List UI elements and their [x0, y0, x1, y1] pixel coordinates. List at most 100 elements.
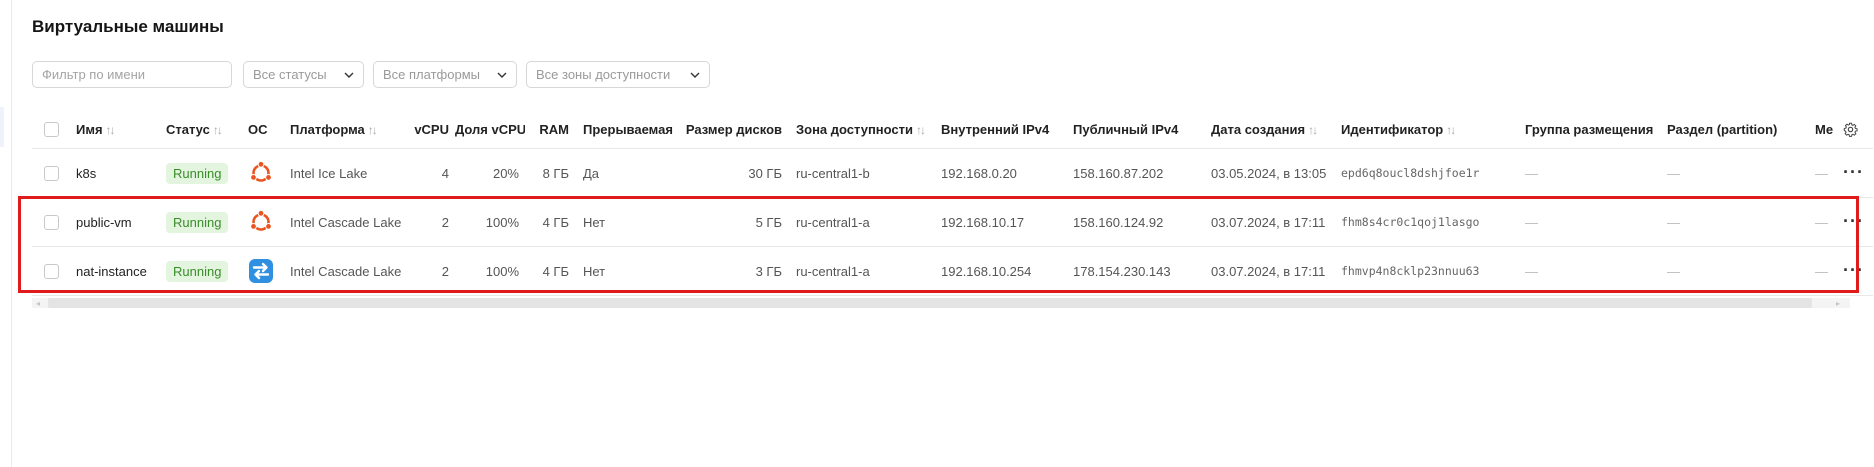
platform-cell: Intel Ice Lake	[282, 148, 407, 198]
ubuntu-icon	[250, 160, 272, 182]
settings-button[interactable]	[1835, 110, 1873, 149]
chevron-down-icon	[497, 72, 507, 78]
id-cell: fhm8s4cr0c1qoj1lasgo	[1333, 197, 1517, 247]
column-header-id[interactable]: Идентификатор ↑↓	[1333, 110, 1517, 149]
id-cell: fhmvp4n8cklp23nnuu63	[1333, 246, 1517, 296]
preemptible-cell: Нет	[575, 197, 677, 247]
internal-ip-cell: 192.168.10.17	[933, 197, 1065, 247]
column-header-vcpu-share: Доля vCPU	[455, 121, 525, 137]
nat-instance-icon	[249, 259, 273, 283]
public-ip-cell: 158.160.124.92	[1065, 197, 1203, 247]
horizontal-scrollbar-thumb[interactable]	[48, 298, 1812, 308]
placement-group-cell: —	[1517, 197, 1659, 247]
sort-arrows-icon[interactable]: ↑↓	[106, 123, 116, 137]
status-filter-select[interactable]: Все статусы	[243, 61, 364, 88]
sort-arrows-icon[interactable]: ↑↓	[1446, 123, 1456, 137]
placement-group-cell: —	[1517, 246, 1659, 296]
select-all-checkbox[interactable]	[44, 122, 59, 138]
ubuntu-icon	[250, 209, 272, 231]
page-title: Виртуальные машины	[32, 17, 224, 36]
vcpu-share-cell: 100%	[455, 246, 525, 296]
column-header-truncated: Ме	[1815, 121, 1834, 137]
public-ip-cell: 178.154.230.143	[1065, 246, 1203, 296]
vcpu-cell: 2	[407, 197, 455, 247]
column-header-status[interactable]: Статус ↑↓	[158, 110, 240, 149]
platform-filter-select[interactable]: Все платформы	[373, 61, 517, 88]
column-header-platform[interactable]: Платформа ↑↓	[282, 110, 407, 149]
zone-filter-value: Все зоны доступности	[536, 67, 671, 82]
created-cell: 03.05.2024, в 13:05	[1203, 148, 1333, 198]
vm-table: Имя ↑↓ Статус ↑↓ ОС Платформа ↑↓ vCPU Доля …	[32, 110, 1873, 296]
sort-arrows-icon[interactable]: ↑↓	[916, 123, 926, 137]
zone-cell: ru-central1-a	[788, 197, 933, 247]
gear-icon	[1843, 122, 1858, 137]
preemptible-cell: Нет	[575, 246, 677, 296]
partition-cell: —	[1659, 197, 1807, 247]
table-row[interactable]: k8s Running Intel Ice Lake 4 20% 8 ГБ Да…	[32, 148, 1873, 198]
status-filter-value: Все статусы	[253, 67, 327, 82]
column-header-disk-size: Размер дисков	[685, 121, 782, 137]
chevron-down-icon	[690, 72, 700, 78]
more-actions-icon[interactable]: ···	[1843, 211, 1864, 231]
scroll-left-icon[interactable]: ◂	[36, 299, 40, 308]
column-header-created[interactable]: Дата создания ↑↓	[1203, 110, 1333, 149]
partition-cell: —	[1659, 148, 1807, 198]
extra-cell: —	[1807, 148, 1835, 198]
column-header-zone[interactable]: Зона доступности ↑↓	[788, 110, 933, 149]
zone-filter-select[interactable]: Все зоны доступности	[526, 61, 710, 88]
row-checkbox[interactable]	[44, 264, 59, 280]
left-panel-marker	[0, 107, 4, 147]
status-badge: Running	[166, 260, 229, 282]
ram-cell: 8 ГБ	[525, 148, 575, 198]
extra-cell: —	[1807, 197, 1835, 247]
column-header-name[interactable]: Имя ↑↓	[68, 110, 158, 149]
scroll-right-icon[interactable]: ▸	[1836, 299, 1840, 308]
ram-cell: 4 ГБ	[525, 197, 575, 247]
internal-ip-cell: 192.168.10.254	[933, 246, 1065, 296]
created-cell: 03.07.2024, в 17:11	[1203, 246, 1333, 296]
vm-name-link[interactable]: k8s	[68, 148, 158, 198]
disk-size-cell: 30 ГБ	[677, 148, 788, 198]
disk-size-cell: 3 ГБ	[677, 246, 788, 296]
status-badge: Running	[166, 162, 229, 184]
more-actions-icon[interactable]: ···	[1843, 260, 1864, 280]
table-header-row: Имя ↑↓ Статус ↑↓ ОС Платформа ↑↓ vCPU Доля …	[32, 110, 1873, 149]
platform-cell: Intel Cascade Lake	[282, 246, 407, 296]
column-header-internal-ip: Внутренний IPv4	[941, 121, 1050, 137]
sort-arrows-icon[interactable]: ↑↓	[1308, 123, 1318, 137]
more-actions-icon[interactable]: ···	[1843, 162, 1864, 182]
column-header-public-ip: Публичный IPv4	[1073, 121, 1179, 137]
chevron-down-icon	[344, 72, 354, 78]
name-filter-input[interactable]	[42, 67, 222, 82]
status-badge: Running	[166, 211, 229, 233]
ram-cell: 4 ГБ	[525, 246, 575, 296]
left-panel-divider	[11, 0, 12, 467]
platform-filter-value: Все платформы	[383, 67, 480, 82]
table-row[interactable]: nat-instance Running Intel Cascade Lake …	[32, 246, 1873, 296]
vcpu-cell: 2	[407, 246, 455, 296]
column-header-partition: Раздел (partition)	[1667, 121, 1778, 137]
sort-arrows-icon[interactable]: ↑↓	[213, 123, 223, 137]
table-row[interactable]: public-vm Running Intel Cascade Lake 2 1…	[32, 197, 1873, 247]
vcpu-share-cell: 20%	[455, 148, 525, 198]
disk-size-cell: 5 ГБ	[677, 197, 788, 247]
sort-arrows-icon[interactable]: ↑↓	[368, 123, 378, 137]
name-filter-field[interactable]	[32, 61, 232, 88]
partition-cell: —	[1659, 246, 1807, 296]
column-header-vcpu: vCPU	[414, 121, 449, 137]
vcpu-cell: 4	[407, 148, 455, 198]
public-ip-cell: 158.160.87.202	[1065, 148, 1203, 198]
row-checkbox[interactable]	[44, 166, 59, 182]
column-header-placement-group: Группа размещения	[1525, 121, 1654, 137]
vm-name-link[interactable]: nat-instance	[68, 246, 158, 296]
vcpu-share-cell: 100%	[455, 197, 525, 247]
placement-group-cell: —	[1517, 148, 1659, 198]
row-checkbox[interactable]	[44, 215, 59, 231]
vm-name-link[interactable]: public-vm	[68, 197, 158, 247]
column-header-preemptible: Прерываемая	[583, 121, 673, 137]
created-cell: 03.07.2024, в 17:11	[1203, 197, 1333, 247]
zone-cell: ru-central1-a	[788, 246, 933, 296]
id-cell: epd6q8oucl8dshjfoe1r	[1333, 148, 1517, 198]
column-header-ram: RAM	[539, 121, 569, 137]
zone-cell: ru-central1-b	[788, 148, 933, 198]
